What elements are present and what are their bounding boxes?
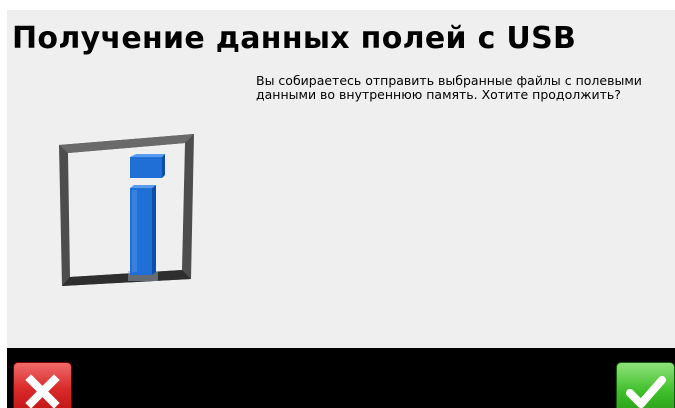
cross-icon [25, 374, 60, 408]
info-icon [51, 123, 201, 293]
dialog-message: Вы собираетесь отправить выбранные файлы… [256, 73, 642, 102]
dialog-title: Получение данных полей с USB [12, 21, 577, 56]
dialog-screen: Получение данных полей с USB Вы собирает… [7, 10, 675, 408]
action-bar [7, 348, 675, 408]
checkmark-icon [626, 376, 666, 408]
cancel-button[interactable] [13, 362, 72, 408]
confirm-button[interactable] [616, 362, 675, 408]
